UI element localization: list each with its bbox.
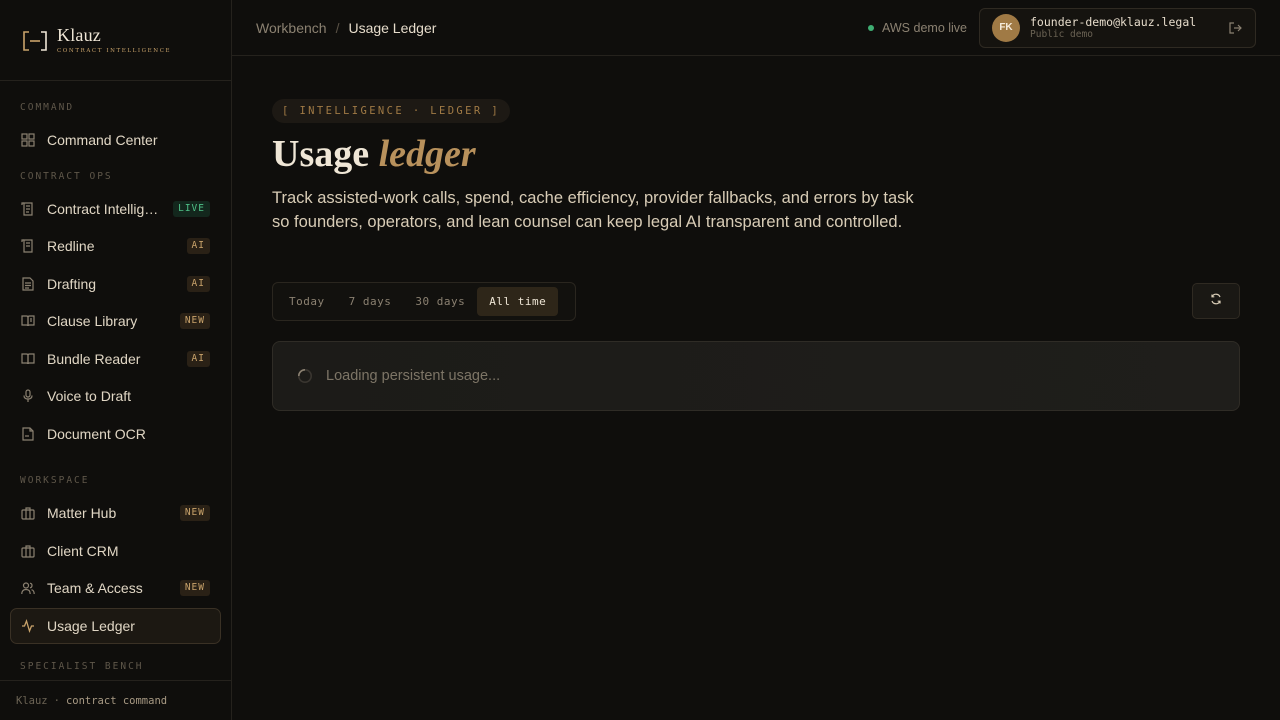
ai-badge: AI	[186, 275, 210, 292]
time-range-selector: Today 7 days 30 days All time	[272, 282, 576, 321]
range-30-days-button[interactable]: 30 days	[403, 287, 477, 316]
sidebar-item-label: Clause Library	[47, 313, 138, 329]
sidebar-item-team-access[interactable]: Team & Access NEW	[10, 570, 221, 606]
sidebar-item-label: Voice to Draft	[47, 388, 132, 404]
sidebar-item-label: Drafting	[47, 275, 97, 292]
user-info: founder-demo@klauz.legal Public demo	[1030, 15, 1227, 41]
sidebar-item-label: Team & Access	[47, 580, 143, 596]
sidebar-item-label: Command Center	[47, 132, 158, 148]
breadcrumb: Workbench / Usage Ledger	[256, 20, 868, 36]
range-all-time-button[interactable]: All time	[477, 287, 559, 316]
sidebar-item-label: Usage Ledger	[47, 617, 135, 634]
refresh-button[interactable]	[1192, 283, 1240, 319]
logout-icon[interactable]	[1227, 20, 1243, 36]
sidebar-item-label: Contract Intelligence	[47, 200, 164, 217]
document-lines-icon	[21, 276, 35, 291]
sidebar-item-label: Redline	[47, 238, 95, 254]
sidebar-item-voice-to-draft[interactable]: Voice to Draft	[10, 378, 221, 414]
grid-icon	[21, 133, 35, 147]
user-role: Public demo	[1030, 28, 1093, 40]
loading-panel: Loading persistent usage...	[272, 341, 1240, 411]
brand[interactable]: Klauz Contract Intelligence	[0, 0, 231, 81]
sidebar-item-contract-intelligence[interactable]: Contract Intelligence LIVE	[10, 191, 221, 227]
breadcrumb-workbench[interactable]: Workbench	[256, 20, 327, 36]
user-email: founder-demo@klauz.legal	[1030, 14, 1197, 29]
brand-tagline: Contract Intelligence	[57, 48, 172, 54]
sidebar-item-label: Client CRM	[47, 542, 119, 559]
sidebar-item-bundle-reader[interactable]: Bundle Reader AI	[10, 341, 221, 377]
ai-badge: AI	[186, 238, 210, 254]
range-today-button[interactable]: Today	[277, 287, 337, 316]
new-badge: NEW	[179, 580, 210, 596]
nav-section-command: Command	[20, 102, 75, 113]
sidebar-item-matter-hub[interactable]: Matter Hub NEW	[10, 495, 221, 531]
sidebar-item-label: Matter Hub	[47, 505, 117, 521]
sidebar-item-clause-library[interactable]: Clause Library NEW	[10, 303, 221, 339]
brand-name: Klauz	[57, 25, 101, 45]
briefcase-icon	[21, 544, 35, 558]
topbar: Workbench / Usage Ledger AWS demo live F…	[232, 0, 1280, 56]
users-icon	[21, 581, 35, 595]
document-edit-icon	[21, 239, 35, 253]
sidebar-footer: Klauz · contract command	[0, 680, 231, 720]
new-badge: NEW	[179, 505, 210, 521]
refresh-icon	[1209, 292, 1223, 311]
new-badge: NEW	[179, 313, 210, 329]
breadcrumb-separator: /	[335, 19, 340, 36]
nav-section-workspace: Workspace	[20, 475, 90, 486]
sidebar-item-client-crm[interactable]: Client CRM	[10, 533, 221, 569]
page-title-plain: Usage	[272, 133, 370, 175]
book-open-icon	[21, 314, 35, 328]
section-eyebrow: [ INTELLIGENCE · LEDGER ]	[272, 99, 511, 123]
sidebar-nav: Command Command Center Contract Ops Cont…	[0, 81, 231, 681]
sidebar: Klauz Contract Intelligence Command Comm…	[0, 0, 232, 720]
briefcase-icon	[21, 506, 35, 520]
page-description: Track assisted-work calls, spend, cache …	[272, 189, 914, 231]
page-title: Usage ledger	[272, 132, 476, 176]
status-dot-icon	[868, 24, 875, 31]
sidebar-item-drafting[interactable]: Drafting AI	[10, 266, 221, 302]
footer-sep: ·	[53, 694, 60, 707]
document-scan-icon	[21, 201, 35, 216]
avatar: FK	[992, 13, 1020, 42]
page-title-accent: ledger	[378, 133, 476, 175]
footer-text: contract command	[65, 694, 168, 707]
footer-brand: Klauz	[16, 694, 48, 707]
sidebar-item-redline[interactable]: Redline AI	[10, 228, 221, 264]
range-7-days-button[interactable]: 7 days	[337, 287, 404, 316]
loading-text: Loading persistent usage...	[326, 368, 501, 384]
user-menu[interactable]: FK founder-demo@klauz.legal Public demo	[979, 7, 1256, 48]
sidebar-item-label: Bundle Reader	[47, 350, 141, 367]
ai-badge: AI	[186, 350, 210, 367]
activity-icon	[21, 618, 35, 633]
book-icon	[21, 352, 35, 366]
spinner-icon	[297, 368, 313, 384]
sidebar-item-command-center[interactable]: Command Center	[10, 122, 221, 158]
sidebar-item-label: Document OCR	[47, 425, 146, 442]
environment-status: AWS demo live	[868, 21, 967, 35]
sidebar-item-usage-ledger[interactable]: Usage Ledger	[10, 607, 221, 644]
sidebar-item-document-ocr[interactable]: Document OCR	[10, 416, 221, 452]
document-icon	[21, 426, 35, 441]
brand-logo-icon	[22, 30, 48, 52]
nav-section-contract-ops: Contract Ops	[20, 170, 113, 182]
live-badge: LIVE	[173, 200, 210, 217]
status-text: AWS demo live	[882, 20, 967, 35]
breadcrumb-current: Usage Ledger	[348, 19, 437, 36]
microphone-icon	[21, 389, 35, 403]
nav-section-specialist-bench: Specialist Bench	[20, 661, 144, 672]
